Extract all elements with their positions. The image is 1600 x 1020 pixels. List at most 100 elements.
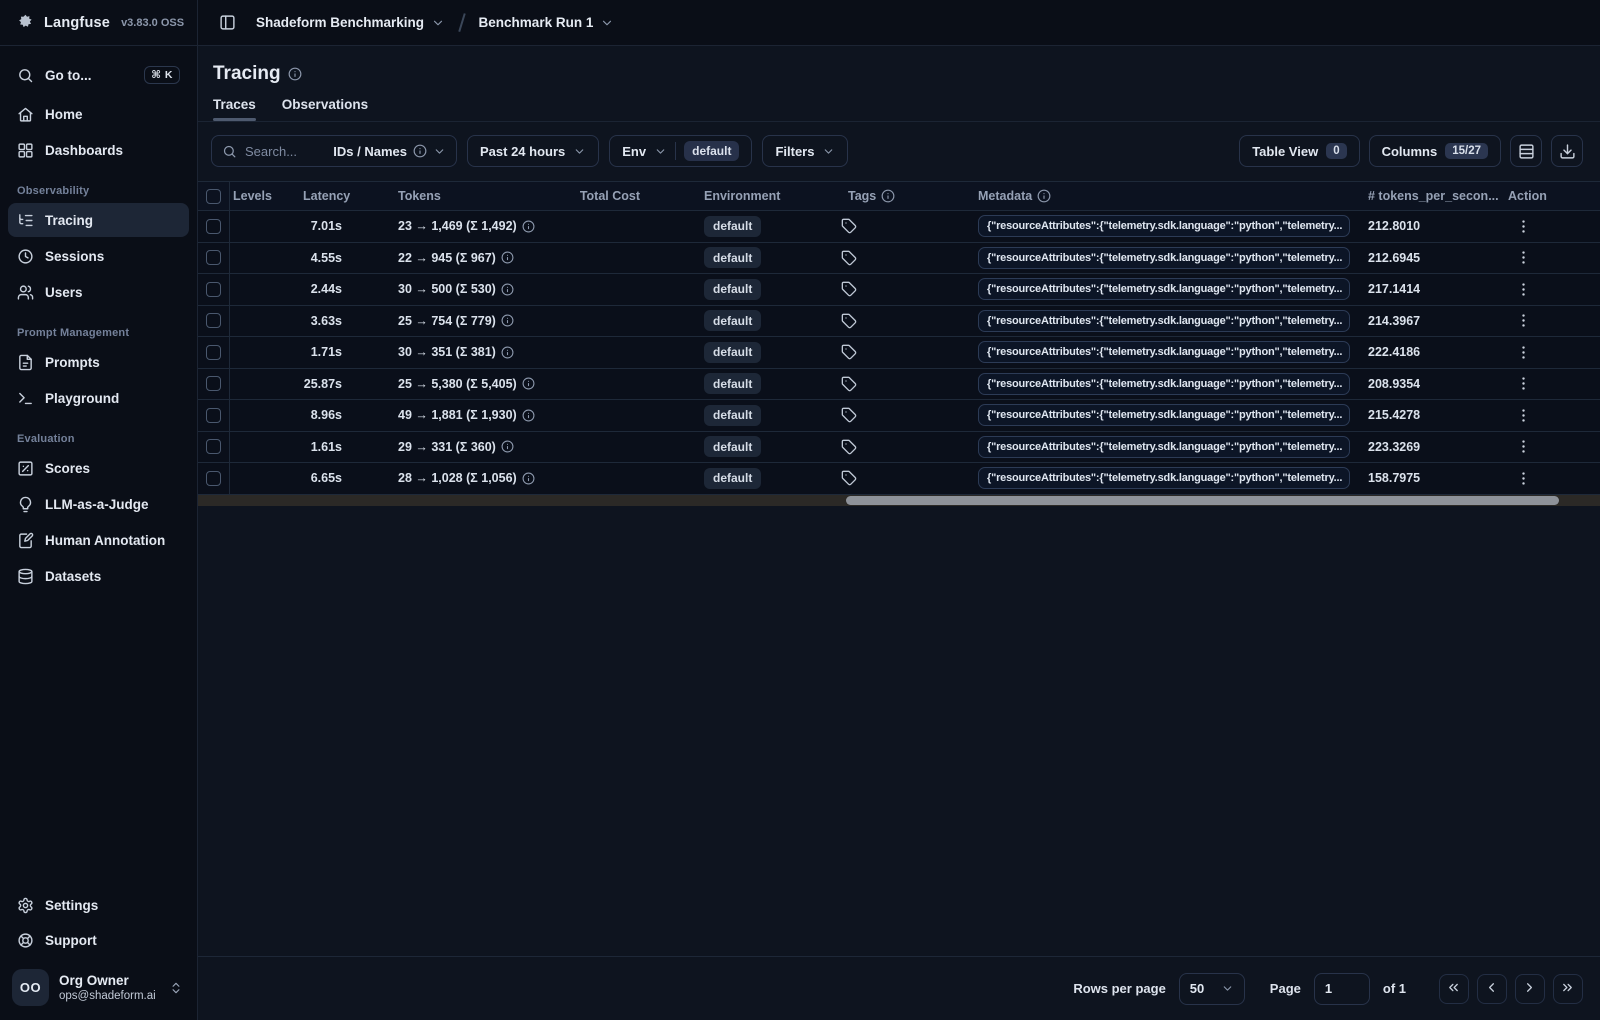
action-cell bbox=[1498, 243, 1548, 274]
next-page-button[interactable] bbox=[1515, 973, 1545, 1004]
sidebar-item-settings[interactable]: Settings bbox=[8, 888, 189, 922]
search-icon bbox=[17, 67, 34, 84]
search-scope-selector[interactable]: IDs / Names bbox=[333, 144, 446, 159]
metadata-value[interactable]: {"resourceAttributes":{"telemetry.sdk.la… bbox=[978, 215, 1350, 238]
sidebar-item-support[interactable]: Support bbox=[8, 923, 189, 957]
langfuse-logo-icon bbox=[16, 13, 35, 32]
project-switcher[interactable]: Benchmark Run 1 bbox=[479, 15, 615, 30]
info-icon[interactable] bbox=[288, 67, 302, 81]
row-checkbox[interactable] bbox=[206, 250, 221, 266]
levels-cell bbox=[230, 306, 293, 337]
environment-filter[interactable]: Env default bbox=[609, 135, 753, 167]
tokens-info-icon bbox=[522, 220, 535, 233]
horizontal-scrollbar[interactable] bbox=[198, 494, 1600, 506]
goto-search-button[interactable]: Go to... ⌘ K bbox=[8, 58, 189, 92]
column-header-label: Action bbox=[1508, 189, 1547, 203]
metadata-value[interactable]: {"resourceAttributes":{"telemetry.sdk.la… bbox=[978, 404, 1350, 427]
tokens-per-second-value: 158.7975 bbox=[1368, 471, 1421, 486]
total-cost-cell bbox=[556, 243, 656, 274]
sidebar-item-sessions[interactable]: Sessions bbox=[8, 239, 189, 273]
latency-cell: 1.71s bbox=[293, 337, 388, 368]
row-checkbox[interactable] bbox=[206, 344, 221, 360]
metadata-value[interactable]: {"resourceAttributes":{"telemetry.sdk.la… bbox=[978, 278, 1350, 301]
column-header-tokens-per-secon[interactable]: # tokens_per_secon... bbox=[1358, 182, 1498, 210]
support-icon bbox=[17, 932, 34, 949]
sidebar-item-scores[interactable]: Scores bbox=[8, 451, 189, 485]
prev-page-button[interactable] bbox=[1477, 973, 1507, 1004]
user-menu[interactable]: OO Org Owner ops@shadeform.ai bbox=[12, 969, 183, 1006]
tab-observations[interactable]: Observations bbox=[282, 97, 368, 121]
search-input[interactable] bbox=[245, 143, 326, 159]
users-icon bbox=[17, 284, 34, 301]
metadata-value[interactable]: {"resourceAttributes":{"telemetry.sdk.la… bbox=[978, 341, 1350, 364]
row-actions-menu-icon[interactable] bbox=[1515, 470, 1532, 487]
row-actions-menu-icon[interactable] bbox=[1515, 344, 1532, 361]
scrollbar-thumb[interactable] bbox=[845, 495, 1560, 505]
row-actions-menu-icon[interactable] bbox=[1515, 407, 1532, 424]
row-checkbox[interactable] bbox=[206, 281, 221, 297]
row-height-button[interactable] bbox=[1510, 135, 1542, 167]
sidebar-item-dashboards[interactable]: Dashboards bbox=[8, 133, 189, 167]
topbar: Shadeform Benchmarking Benchmark Run 1 bbox=[198, 0, 1600, 46]
sidebar-item-llm-as-a-judge[interactable]: LLM-as-a-Judge bbox=[8, 487, 189, 521]
row-checkbox[interactable] bbox=[206, 439, 221, 455]
metadata-value[interactable]: {"resourceAttributes":{"telemetry.sdk.la… bbox=[978, 467, 1350, 490]
row-actions-menu-icon[interactable] bbox=[1515, 249, 1532, 266]
column-header-latency[interactable]: Latency bbox=[293, 182, 388, 210]
column-header-tokens[interactable]: Tokens bbox=[388, 182, 556, 210]
table-row: 2.44s 30 → 500 (Σ 530) default {"resourceAt… bbox=[198, 274, 1600, 306]
sidebar-item-prompts[interactable]: Prompts bbox=[8, 345, 189, 379]
column-header-levels[interactable]: Levels bbox=[230, 182, 293, 210]
page-header: Tracing bbox=[198, 46, 1600, 85]
row-checkbox[interactable] bbox=[206, 376, 221, 392]
column-header-environment[interactable]: Environment bbox=[656, 182, 838, 210]
first-page-button[interactable] bbox=[1439, 973, 1469, 1004]
tab-bar: Traces Observations bbox=[198, 97, 1600, 122]
select-all-checkbox[interactable] bbox=[206, 188, 221, 204]
tokens-info-icon bbox=[501, 283, 514, 296]
org-switcher[interactable]: Shadeform Benchmarking bbox=[256, 15, 445, 30]
column-header-label: Metadata bbox=[978, 189, 1033, 203]
tokens-cell: 30 → 351 (Σ 381) bbox=[388, 337, 556, 368]
page-number-input[interactable] bbox=[1313, 972, 1370, 1005]
sidebar-item-playground[interactable]: Playground bbox=[8, 381, 189, 415]
table-view-button[interactable]: Table View 0 bbox=[1239, 135, 1360, 167]
column-header-tags[interactable]: Tags bbox=[838, 182, 968, 210]
page-title: Tracing bbox=[213, 63, 281, 84]
column-header-total-cost[interactable]: Total Cost bbox=[556, 182, 656, 210]
row-actions-menu-icon[interactable] bbox=[1515, 438, 1532, 455]
sidebar-item-home[interactable]: Home bbox=[8, 97, 189, 131]
rows-per-page-select[interactable]: 50 bbox=[1178, 972, 1245, 1005]
scores-icon bbox=[17, 460, 34, 477]
metadata-value[interactable]: {"resourceAttributes":{"telemetry.sdk.la… bbox=[978, 309, 1350, 332]
tokens-per-second-cell: 212.8010 bbox=[1358, 211, 1498, 242]
sidebar-item-datasets[interactable]: Datasets bbox=[8, 559, 189, 593]
row-actions-menu-icon[interactable] bbox=[1515, 312, 1532, 329]
row-checkbox[interactable] bbox=[206, 470, 221, 486]
export-button[interactable] bbox=[1551, 135, 1583, 167]
row-checkbox[interactable] bbox=[206, 407, 221, 423]
sidebar-toggle-button[interactable] bbox=[212, 8, 242, 38]
tab-traces[interactable]: Traces bbox=[213, 97, 256, 121]
columns-button[interactable]: Columns 15/27 bbox=[1368, 135, 1501, 167]
row-actions-menu-icon[interactable] bbox=[1515, 218, 1532, 235]
time-range-filter[interactable]: Past 24 hours bbox=[467, 135, 600, 167]
sidebar-item-human-annotation[interactable]: Human Annotation bbox=[8, 523, 189, 557]
environment-cell: default bbox=[656, 369, 838, 400]
tokens-per-second-cell: 212.6945 bbox=[1358, 243, 1498, 274]
sidebar-item-users[interactable]: Users bbox=[8, 275, 189, 309]
filters-button[interactable]: Filters bbox=[762, 135, 849, 167]
column-header-action[interactable]: Action bbox=[1498, 182, 1548, 210]
metadata-value[interactable]: {"resourceAttributes":{"telemetry.sdk.la… bbox=[978, 246, 1350, 269]
metadata-value[interactable]: {"resourceAttributes":{"telemetry.sdk.la… bbox=[978, 372, 1350, 395]
row-checkbox[interactable] bbox=[206, 313, 221, 329]
metadata-value[interactable]: {"resourceAttributes":{"telemetry.sdk.la… bbox=[978, 435, 1350, 458]
row-actions-menu-icon[interactable] bbox=[1515, 375, 1532, 392]
row-checkbox[interactable] bbox=[206, 218, 221, 234]
last-page-button[interactable] bbox=[1553, 973, 1583, 1004]
tags-cell bbox=[838, 306, 968, 337]
row-actions-menu-icon[interactable] bbox=[1515, 281, 1532, 298]
sidebar-item-tracing[interactable]: Tracing bbox=[8, 203, 189, 237]
search-box[interactable]: IDs / Names bbox=[211, 135, 457, 167]
column-header-metadata[interactable]: Metadata bbox=[968, 182, 1358, 210]
